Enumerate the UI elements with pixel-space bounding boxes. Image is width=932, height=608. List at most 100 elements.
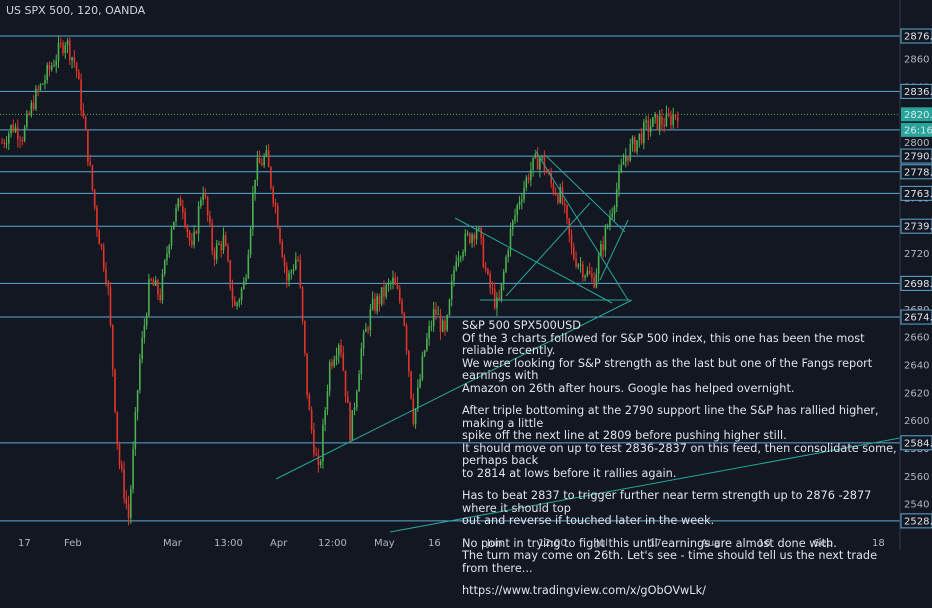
candle-body: [59, 42, 62, 44]
trend-line: [534, 149, 629, 301]
candle-body: [236, 302, 238, 306]
candle-body: [98, 230, 100, 245]
candle-body: [606, 225, 609, 228]
y-axis: 2540256025802600262026402660268027002720…: [899, 0, 932, 550]
candle-body: [134, 412, 137, 450]
candle-body: [66, 40, 69, 46]
candle-body: [674, 115, 677, 117]
candle-body: [554, 192, 557, 196]
candle-body: [401, 300, 403, 314]
candle-body: [527, 177, 530, 181]
candle-body: [591, 273, 593, 278]
note-title: S&P 500 SPX500USD: [462, 319, 581, 332]
candle-body: [505, 257, 507, 272]
price-label: 2698.7: [904, 279, 932, 290]
candle-body: [491, 287, 494, 289]
candle-body: [186, 226, 189, 232]
x-tick-label: Mar: [163, 538, 183, 549]
candle-body: [301, 287, 304, 321]
candle-body: [396, 284, 399, 289]
candle-body: [231, 287, 234, 301]
candle-body: [136, 390, 139, 413]
price-label: 2778.9: [904, 167, 932, 178]
candle-body: [582, 264, 584, 278]
candle-body: [376, 296, 378, 312]
candle-body: [518, 201, 521, 206]
candle-body: [7, 133, 10, 144]
candle-body: [310, 410, 313, 430]
candle-body: [428, 326, 430, 339]
candle-body: [73, 57, 76, 63]
candle-body: [157, 280, 159, 295]
candle-body: [89, 161, 91, 166]
candle-body: [313, 429, 315, 454]
candle-body: [204, 194, 207, 197]
candle-body: [432, 309, 435, 327]
candle-body: [211, 223, 213, 251]
note-line: Has to beat 2837 to trigger further near…: [462, 489, 872, 515]
note-line: It should move on up to test 2836-2837 o…: [462, 441, 897, 467]
candle-body: [80, 79, 82, 111]
candle-body: [672, 115, 675, 125]
candle-body: [326, 391, 329, 411]
candle-body: [306, 353, 308, 396]
candle-body: [337, 345, 340, 356]
candle-body: [450, 280, 453, 300]
candle-body: [107, 282, 110, 288]
candle-body: [453, 270, 455, 281]
candle-body: [435, 309, 437, 315]
x-tick-label: 13:00: [214, 538, 243, 549]
candle-body: [263, 156, 265, 166]
candle-body: [586, 270, 589, 276]
candle-body: [150, 279, 152, 281]
candle-body: [50, 65, 53, 70]
candle-body: [371, 298, 374, 309]
candle-body: [661, 116, 663, 125]
x-tick-label: May: [374, 538, 395, 549]
candle-body: [184, 212, 186, 227]
candle-body: [195, 231, 198, 234]
candle-body: [466, 233, 469, 235]
candle-body: [410, 371, 412, 399]
price-label: 2584.1: [904, 438, 932, 449]
x-tick-label: Feb: [64, 538, 82, 549]
candle-body: [111, 325, 114, 370]
candle-body: [292, 269, 295, 272]
candle-body: [464, 233, 467, 252]
candle-body: [570, 235, 573, 247]
candle-body: [105, 268, 107, 283]
price-label: 2836.7: [904, 87, 932, 98]
candle-body: [649, 126, 652, 132]
candle-body: [367, 328, 369, 331]
price-label: 2528.0: [904, 516, 932, 527]
y-tick-label: 2560: [904, 472, 929, 483]
note-line: We were looking for S&P strength as the …: [462, 356, 873, 382]
candle-body: [290, 271, 293, 274]
candle-body: [530, 169, 532, 181]
candle-body: [489, 273, 491, 288]
note-link[interactable]: https://www.tradingview.com/x/gObOVwLk/: [462, 584, 897, 598]
candle-body: [57, 42, 60, 61]
candle-body: [87, 129, 89, 162]
candle-body: [394, 277, 397, 285]
x-tick-label: 12:00: [318, 538, 347, 549]
candle-body: [227, 245, 229, 261]
candle-body: [37, 88, 39, 90]
candle-body: [130, 489, 132, 519]
candle-body: [484, 267, 487, 270]
candle-body: [423, 350, 426, 357]
candle-body: [172, 221, 175, 230]
candle-body: [408, 350, 410, 372]
candle-body: [667, 113, 670, 116]
candle-body: [141, 337, 143, 360]
candle-body: [254, 179, 256, 194]
candle-body: [389, 282, 392, 284]
candle-body: [356, 391, 358, 408]
candle-body: [69, 40, 71, 61]
candle-body: [654, 114, 656, 118]
candle-body: [652, 117, 654, 127]
candle-body: [516, 205, 519, 216]
candle-body: [267, 150, 270, 168]
candle-body: [398, 288, 401, 301]
candle-body: [444, 320, 446, 331]
